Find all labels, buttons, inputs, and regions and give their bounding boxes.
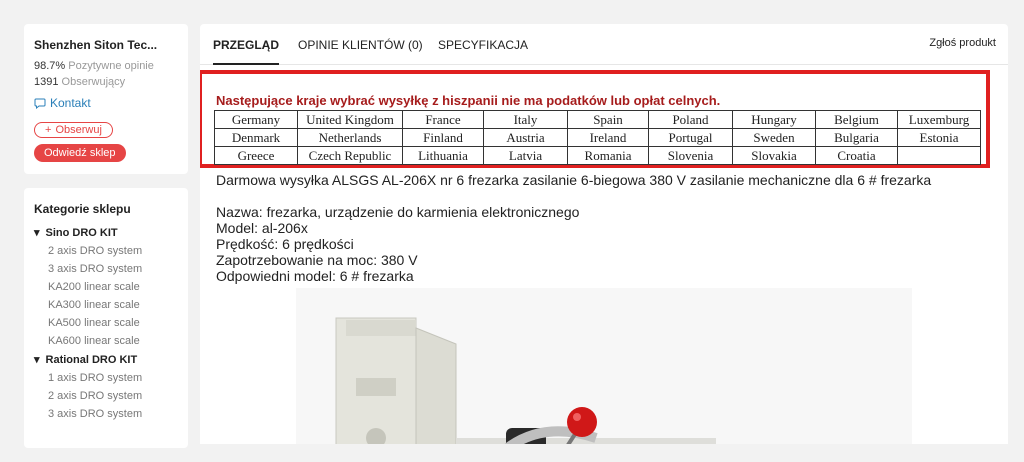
country-cell: France: [402, 110, 484, 129]
caret-down-icon: ▾: [34, 354, 40, 366]
product-description: Darmowa wysyłka ALSGS AL-206X nr 6 freza…: [216, 172, 931, 284]
country-cell: Germany: [214, 110, 298, 129]
tab-reviews[interactable]: OPINIE KLIENTÓW (0): [298, 38, 423, 52]
tab-specification[interactable]: SPECYFIKACJA: [438, 38, 528, 52]
store-name[interactable]: Shenzhen Siton Tec...: [34, 38, 178, 52]
country-cell: Belgium: [815, 110, 898, 129]
country-row: Greece Czech Republic Lithuania Latvia Roman…: [214, 146, 981, 165]
description-line: Nazwa: frezarka, urządzenie do karmienia…: [216, 204, 580, 220]
country-cell: Lithuania: [402, 146, 484, 165]
country-cell: Slovakia: [732, 146, 816, 165]
description-line: Zapotrzebowanie na moc: 380 V: [216, 252, 418, 268]
category-item[interactable]: KA300 linear scale: [48, 299, 178, 311]
category-item[interactable]: KA500 linear scale: [48, 317, 178, 329]
country-cell: Estonia: [897, 128, 981, 147]
store-sidebar: Shenzhen Siton Tec... 98.7% Pozytywne op…: [24, 24, 188, 462]
followers-count: 1391 Obserwujący: [34, 76, 178, 88]
positive-feedback-label: Pozytywne opinie: [68, 60, 154, 72]
category-item[interactable]: KA200 linear scale: [48, 281, 178, 293]
category-item[interactable]: 1 axis DRO system: [48, 372, 178, 384]
description-line: Model: al-206x: [216, 220, 308, 236]
category-group-sino[interactable]: ▾ Sino DRO KIT: [34, 226, 178, 240]
plus-icon: +: [45, 124, 52, 136]
follow-button[interactable]: + Obserwuj: [34, 122, 113, 138]
country-cell: Poland: [648, 110, 733, 129]
category-group-rational[interactable]: ▾ Rational DRO KIT: [34, 353, 178, 367]
country-cell: [897, 146, 981, 165]
category-item[interactable]: KA600 linear scale: [48, 335, 178, 347]
country-row: Germany United Kingdom France Italy Spain Pol…: [214, 110, 981, 129]
store-info-card: Shenzhen Siton Tec... 98.7% Pozytywne op…: [24, 24, 188, 174]
country-cell: Romania: [567, 146, 649, 165]
shipping-notice-title: Następujące kraje wybrać wysyłkę z hiszp…: [216, 93, 721, 108]
positive-feedback: 98.7% Pozytywne opinie: [34, 60, 178, 72]
country-cell: Czech Republic: [297, 146, 403, 165]
category-group-label: Sino DRO KIT: [45, 226, 118, 239]
country-cell: Slovenia: [648, 146, 733, 165]
country-cell: United Kingdom: [297, 110, 403, 129]
country-cell: Greece: [214, 146, 298, 165]
country-cell: Portugal: [648, 128, 733, 147]
visit-store-button[interactable]: Odwiedź sklep: [34, 144, 126, 162]
followers-label: Obserwujący: [61, 76, 126, 88]
contact-link[interactable]: Kontakt: [34, 96, 178, 110]
followers-value: 1391: [34, 76, 59, 88]
category-item[interactable]: 3 axis DRO system: [48, 408, 178, 420]
chat-bubble-icon: [34, 98, 46, 109]
product-tabs: PRZEGLĄD OPINIE KLIENTÓW (0) SPECYFIKACJ…: [200, 24, 1008, 65]
country-cell: Sweden: [732, 128, 816, 147]
shipping-notice-banner: Następujące kraje wybrać wysyłkę z hiszp…: [200, 70, 990, 168]
country-cell: Luxemburg: [897, 110, 981, 129]
product-detail-panel: PRZEGLĄD OPINIE KLIENTÓW (0) SPECYFIKACJ…: [200, 24, 1008, 444]
category-item[interactable]: 3 axis DRO system: [48, 263, 178, 275]
contact-label: Kontakt: [50, 96, 91, 110]
shipping-countries-table: Germany United Kingdom France Italy Spain Pol…: [214, 110, 981, 165]
report-product-link[interactable]: Zgłoś produkt: [929, 37, 996, 49]
caret-down-icon: ▾: [34, 227, 40, 239]
country-cell: Ireland: [567, 128, 649, 147]
description-line: Prędkość: 6 prędkości: [216, 236, 354, 252]
country-cell: Italy: [483, 110, 568, 129]
category-item[interactable]: 2 axis DRO system: [48, 390, 178, 402]
country-cell: Spain: [567, 110, 649, 129]
description-line: Odpowiedni model: 6 # frezarka: [216, 268, 414, 284]
country-cell: Latvia: [483, 146, 568, 165]
country-cell: Netherlands: [297, 128, 403, 147]
store-categories-card: Kategorie sklepu ▾ Sino DRO KIT 2 axis D…: [24, 188, 188, 448]
machine-feeder-illustration: [296, 288, 912, 444]
product-photo: [296, 288, 912, 444]
follow-label: Obserwuj: [55, 124, 102, 136]
country-cell: Croatia: [815, 146, 898, 165]
country-cell: Finland: [402, 128, 484, 147]
categories-title: Kategorie sklepu: [34, 202, 131, 216]
country-cell: Austria: [483, 128, 568, 147]
country-cell: Hungary: [732, 110, 816, 129]
category-group-label: Rational DRO KIT: [45, 353, 138, 366]
category-item[interactable]: 2 axis DRO system: [48, 245, 178, 257]
tab-overview[interactable]: PRZEGLĄD: [213, 38, 279, 65]
positive-feedback-value: 98.7%: [34, 60, 66, 72]
description-headline: Darmowa wysyłka ALSGS AL-206X nr 6 freza…: [216, 172, 932, 188]
country-cell: Bulgaria: [815, 128, 898, 147]
country-cell: Denmark: [214, 128, 298, 147]
country-row: Denmark Netherlands Finland Austria Ireland P…: [214, 128, 981, 147]
